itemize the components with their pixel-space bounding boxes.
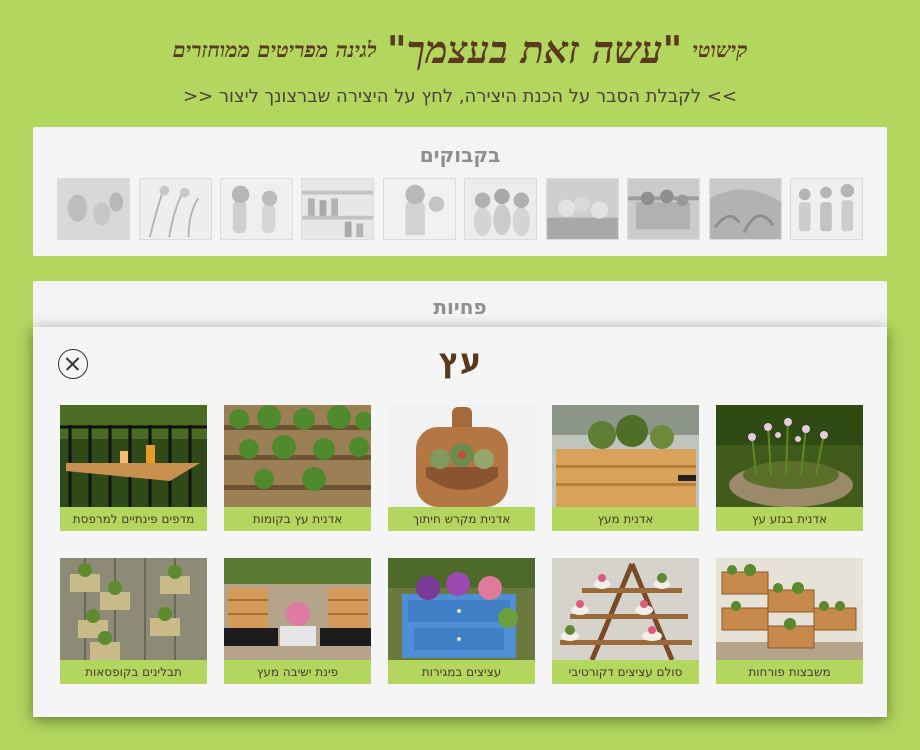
instructions-text: >> לקבלת הסבר על הכנת היצירה, לחץ על היצ… xyxy=(182,86,738,107)
item-label: אדנית בגזע עץ xyxy=(716,507,863,531)
bottle-thumb-5[interactable] xyxy=(382,178,456,240)
title-main: "עשה זאת בעצמך" xyxy=(386,27,683,72)
item-label: אדנית מקרש חיתוך xyxy=(388,507,535,531)
item-card-decorative-plant-ladder[interactable]: סולם עציצים דקורטיבי xyxy=(552,558,699,684)
title-suffix: לגינה מפריטים ממוחזרים xyxy=(172,37,377,62)
bottles-section-title: בקבוקים xyxy=(419,143,501,167)
item-image xyxy=(716,405,863,507)
item-image xyxy=(552,558,699,660)
item-image xyxy=(552,405,699,507)
close-icon[interactable] xyxy=(58,349,88,379)
item-label: מדפים פינתיים למרפסת xyxy=(60,507,207,531)
bottle-thumb-6[interactable] xyxy=(464,178,538,240)
bottle-thumb-9[interactable] xyxy=(708,178,782,240)
item-label: עציצים במגירות xyxy=(388,660,535,684)
item-card-tree-trunk-planter[interactable]: אדנית בגזע עץ xyxy=(716,405,863,531)
item-card-drawer-planters[interactable]: עציצים במגירות xyxy=(388,558,535,684)
item-card-wood-seating-corner[interactable]: פינת ישיבה מעץ xyxy=(224,558,371,684)
item-card-cutting-board-planter[interactable]: אדנית מקרש חיתוך xyxy=(388,405,535,531)
item-image xyxy=(716,558,863,660)
bottle-thumb-8[interactable] xyxy=(627,178,701,240)
cans-section-title: פחיות xyxy=(433,295,487,319)
wood-modal: עץ אדנית בגזע עץ אדנית מעץ אדנית מקרש חי… xyxy=(33,327,887,717)
item-image xyxy=(60,558,207,660)
item-card-wood-planter[interactable]: אדנית מעץ xyxy=(552,405,699,531)
item-image xyxy=(60,405,207,507)
item-label: סולם עציצים דקורטיבי xyxy=(552,660,699,684)
modal-title: עץ xyxy=(438,341,482,379)
bottle-thumb-4[interactable] xyxy=(301,178,375,240)
item-card-tiered-wood-planter[interactable]: אדנית עץ בקומות xyxy=(224,405,371,531)
item-label: תבלינים בקופסאות xyxy=(60,660,207,684)
item-image xyxy=(224,558,371,660)
bottles-thumbnail-row xyxy=(57,178,863,240)
item-card-blooming-squares[interactable]: משבצות פורחות xyxy=(716,558,863,684)
bottles-section: בקבוקים xyxy=(33,127,887,256)
item-image xyxy=(388,558,535,660)
wood-items-grid: אדנית בגזע עץ אדנית מעץ אדנית מקרש חיתוך… xyxy=(57,405,863,684)
bottle-thumb-10[interactable] xyxy=(790,178,863,240)
item-label: אדנית עץ בקומות xyxy=(224,507,371,531)
item-card-herbs-in-boxes[interactable]: תבלינים בקופסאות xyxy=(60,558,207,684)
page-title: קישוטי "עשה זאת בעצמך" לגינה מפריטים ממו… xyxy=(100,20,820,80)
bottle-thumb-3[interactable] xyxy=(219,178,293,240)
item-image xyxy=(388,405,535,507)
item-label: אדנית מעץ xyxy=(552,507,699,531)
bottle-thumb-2[interactable] xyxy=(138,178,212,240)
bottle-thumb-7[interactable] xyxy=(545,178,619,240)
title-prefix: קישוטי xyxy=(692,37,748,62)
bottle-thumb-1[interactable] xyxy=(57,178,131,240)
item-image xyxy=(224,405,371,507)
item-label: משבצות פורחות xyxy=(716,660,863,684)
item-card-balcony-corner-shelves[interactable]: מדפים פינתיים למרפסת xyxy=(60,405,207,531)
item-label: פינת ישיבה מעץ xyxy=(224,660,371,684)
